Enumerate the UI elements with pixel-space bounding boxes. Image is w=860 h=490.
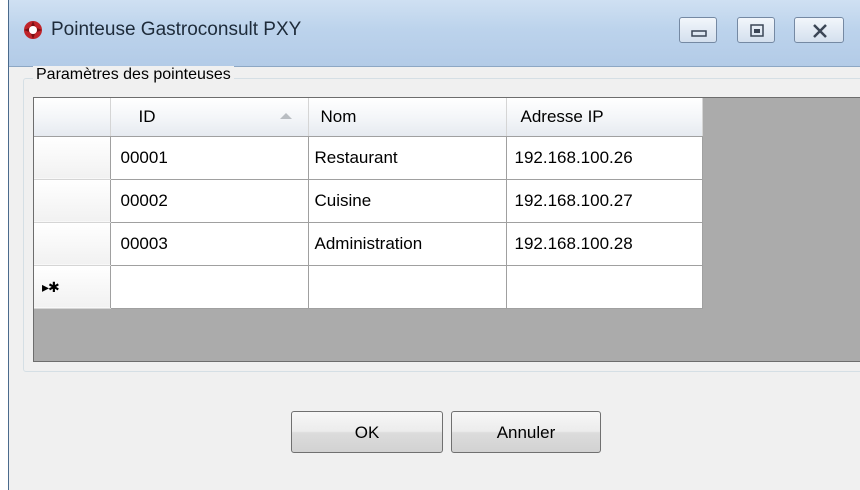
column-header-label: ID <box>138 106 156 126</box>
data-grid[interactable]: ID Nom Adresse IP 00001 Restaurant 192.1… <box>33 97 860 362</box>
maximize-icon <box>750 24 764 37</box>
app-window: Pointeuse Gastroconsult PXY Paramètres d… <box>8 0 860 490</box>
minimize-icon <box>691 30 707 37</box>
cell-nom[interactable]: Administration <box>308 222 507 266</box>
new-row[interactable]: ▸✱ <box>34 265 703 309</box>
ok-button[interactable]: OK <box>291 411 443 453</box>
cell-nom[interactable]: Restaurant <box>308 136 507 180</box>
column-header-label: Adresse IP <box>520 106 604 126</box>
cell-nom[interactable]: Cuisine <box>308 179 507 223</box>
cell-ip[interactable]: 192.168.100.26 <box>506 136 703 180</box>
sort-ascending-icon <box>279 113 292 119</box>
new-cell-ip[interactable] <box>506 265 703 309</box>
column-header-ip[interactable]: Adresse IP <box>506 98 703 137</box>
new-row-header[interactable]: ▸✱ <box>34 265 111 309</box>
maximize-button[interactable] <box>737 17 775 43</box>
cell-ip[interactable]: 192.168.100.28 <box>506 222 703 266</box>
app-icon <box>24 21 42 39</box>
groupbox-label: Paramètres des pointeuses <box>33 66 234 84</box>
table-row[interactable]: 00003 Administration 192.168.100.28 <box>34 222 703 266</box>
cell-id[interactable]: 00002 <box>110 179 309 223</box>
row-header[interactable] <box>34 179 111 223</box>
grid-table: ID Nom Adresse IP 00001 Restaurant 192.1… <box>34 98 703 309</box>
close-button[interactable] <box>794 17 844 43</box>
column-header-id[interactable]: ID <box>110 98 309 137</box>
title-bar[interactable]: Pointeuse Gastroconsult PXY <box>9 0 860 67</box>
row-header[interactable] <box>34 222 111 266</box>
table-row[interactable]: 00001 Restaurant 192.168.100.26 <box>34 136 703 180</box>
minimize-button[interactable] <box>679 17 717 43</box>
close-icon <box>813 24 827 38</box>
cell-ip[interactable]: 192.168.100.27 <box>506 179 703 223</box>
new-cell-nom[interactable] <box>308 265 507 309</box>
table-row[interactable]: 00002 Cuisine 192.168.100.27 <box>34 179 703 223</box>
grid-header-row: ID Nom Adresse IP <box>34 98 703 137</box>
row-header-corner[interactable] <box>34 98 111 137</box>
new-cell-id[interactable] <box>110 265 309 309</box>
row-header[interactable] <box>34 136 111 180</box>
cancel-button[interactable]: Annuler <box>451 411 601 453</box>
column-header-label: Nom <box>320 106 357 126</box>
new-row-marker-icon: ▸✱ <box>42 278 60 295</box>
window-title: Pointeuse Gastroconsult PXY <box>51 19 302 40</box>
cell-id[interactable]: 00003 <box>110 222 309 266</box>
cell-id[interactable]: 00001 <box>110 136 309 180</box>
column-header-nom[interactable]: Nom <box>308 98 507 137</box>
